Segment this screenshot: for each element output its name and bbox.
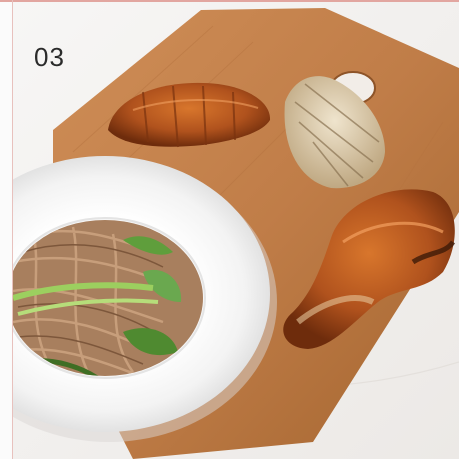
food-photo [13, 2, 459, 459]
slide-number: 03 [34, 42, 65, 72]
photo-frame: 03 [0, 0, 459, 459]
